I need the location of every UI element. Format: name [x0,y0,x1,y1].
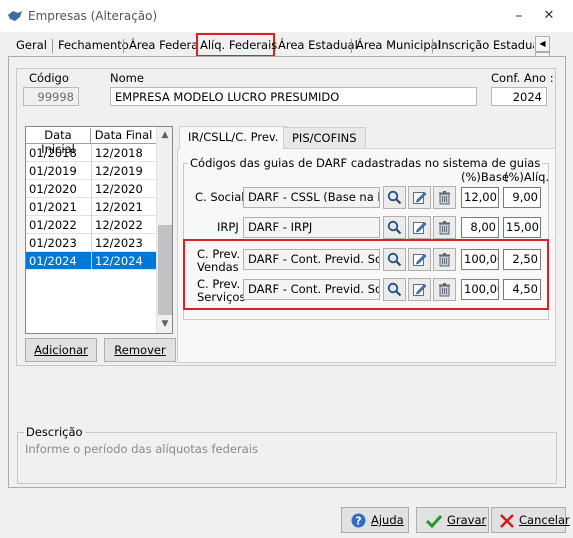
cancel-label: Cancelar [519,513,570,527]
periods-grid[interactable]: Data Inicial Data Final 01/2018 12/2018 01… [25,126,173,334]
cancel-x-icon [500,514,514,528]
cell-data-inicial: 01/2019 [29,164,77,178]
cell-data-final: 12/2024 [95,254,143,268]
cell-data-inicial: 01/2023 [29,236,77,250]
search-icon[interactable] [383,186,406,209]
base-percent-field[interactable]: 12,00 [461,187,499,208]
description-text: Informe o período das alíquotas federais [25,442,258,456]
save-button[interactable]: Gravar [416,507,489,533]
scroll-thumb[interactable] [158,225,172,315]
search-icon[interactable] [383,216,406,239]
remove-period-button[interactable]: Remover [104,338,176,362]
periods-scrollbar[interactable]: ▲ ▼ [156,127,172,333]
scroll-up-icon[interactable]: ▲ [157,127,173,143]
aliq-header: (%)Alíq. [504,170,550,184]
title-bar: Empresas (Alteração) – ✕ [0,0,573,32]
trash-icon[interactable] [433,186,456,209]
main-tabs: Geral Fechamento Área Federal Alíq. Fede… [8,32,558,68]
help-button[interactable]: ? Ajuda [341,507,409,533]
cell-data-inicial: 01/2024 [29,254,77,268]
save-label: Gravar [447,513,487,527]
tab-geral[interactable]: Geral [14,36,49,56]
aliq-percent-field[interactable]: 15,00 [503,217,541,238]
tab-area-municipal[interactable]: Área Municipal [354,36,443,56]
base-percent-field[interactable]: 8,00 [461,217,499,238]
window-title: Empresas (Alteração) [28,9,158,23]
help-label: Ajuda [371,513,404,527]
description-frame [17,432,557,484]
scroll-down-icon[interactable]: ▼ [157,316,173,332]
svg-text:?: ? [355,515,361,528]
cell-data-final: 12/2021 [95,200,143,214]
cell-data-inicial: 01/2018 [29,146,77,160]
remove-period-label: Remover [114,343,166,357]
cell-data-inicial: 01/2021 [29,200,77,214]
base-header: (%)Base [461,170,509,184]
trash-icon[interactable] [433,216,456,239]
tab-area-estadual[interactable]: Área Estadual [276,36,360,56]
checkmark-icon [426,514,442,528]
tab-inscricao-estadual[interactable]: Inscrição Estadual S [436,36,534,56]
subtab-pis-cofins[interactable]: PIS/COFINS [283,127,366,149]
cell-data-inicial: 01/2022 [29,218,77,232]
highlight-box [183,239,549,310]
darf-code-field[interactable]: DARF - CSSL (Base na Estir [243,187,380,208]
tab-fechamento[interactable]: Fechamento [56,36,131,56]
cell-data-final: 12/2019 [95,164,143,178]
help-icon: ? [351,513,366,528]
minimize-button[interactable]: – [506,6,532,26]
tab-scroll-left-icon[interactable]: ◀ [535,36,550,52]
app-icon [8,11,22,21]
cell-data-final: 12/2022 [95,218,143,232]
darf-row-label: C. Social [195,190,245,204]
periods-grid-header: Data Inicial Data Final [26,127,157,156]
cell-data-final: 12/2023 [95,236,143,250]
darf-code-field[interactable]: DARF - IRPJ [243,217,380,238]
edit-icon[interactable] [408,186,431,209]
darf-row-label: IRPJ [217,220,239,234]
cell-data-inicial: 01/2020 [29,182,77,196]
edit-icon[interactable] [408,216,431,239]
cancel-button[interactable]: Cancelar [491,507,570,533]
cell-data-final: 12/2018 [95,146,143,160]
add-period-label: Adicionar [34,343,88,357]
column-data-final[interactable]: Data Final [91,128,157,143]
add-period-button[interactable]: Adicionar [25,338,97,362]
aliq-percent-field[interactable]: 9,00 [503,187,541,208]
tab-aliq-federais[interactable]: Alíq. Federais [196,33,277,57]
tab-area-federal[interactable]: Área Federal [127,36,204,56]
grid-column-divider [91,144,92,270]
cell-data-final: 12/2020 [95,182,143,196]
subtab-ir-csll[interactable]: IR/CSLL/C. Prev. [179,126,288,149]
column-data-inicial[interactable]: Data Inicial [26,128,91,156]
darf-group-title: Códigos das guias de DARF cadastradas no… [188,156,543,170]
close-button[interactable]: ✕ [536,6,562,26]
description-title: Descrição [24,425,85,439]
